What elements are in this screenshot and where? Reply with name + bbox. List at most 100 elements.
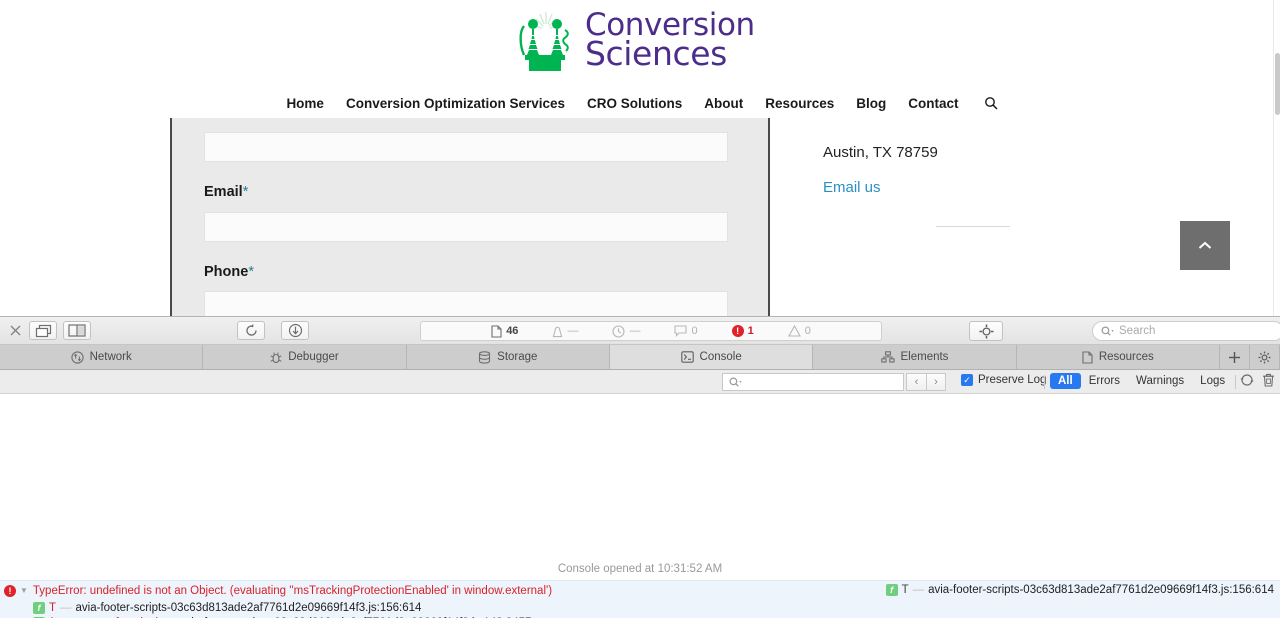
- tab-resources-label: Resources: [1099, 351, 1154, 363]
- refresh-icon[interactable]: [1240, 373, 1254, 387]
- phone-field-label: Phone*: [204, 264, 254, 280]
- console-filter-search-input[interactable]: [722, 373, 904, 391]
- inspect-target-icon[interactable]: [969, 321, 1003, 341]
- tab-elements-label: Elements: [901, 351, 949, 363]
- tab-storage[interactable]: Storage: [407, 345, 610, 369]
- status-time: —: [612, 325, 640, 338]
- inspector-search-input[interactable]: Search: [1092, 321, 1280, 341]
- contact-form-panel: Email* Phone*: [170, 118, 770, 316]
- nav-item-blog[interactable]: Blog: [856, 96, 886, 111]
- download-icon[interactable]: [281, 321, 309, 340]
- contact-sidebar: Austin, TX 78759 Email us: [823, 118, 1123, 316]
- status-resources: 46: [491, 325, 518, 338]
- email-us-link[interactable]: Email us: [823, 179, 881, 196]
- message-icon: [674, 325, 687, 337]
- error-icon: !: [732, 325, 744, 337]
- filter-divider-right: [1235, 375, 1236, 389]
- chevron-right-icon[interactable]: ›: [926, 373, 946, 391]
- search-icon[interactable]: [984, 96, 998, 110]
- search-icon: [1101, 326, 1114, 337]
- preserve-log-label: Preserve Log: [978, 374, 1046, 386]
- storage-icon: [478, 351, 491, 364]
- tab-debugger[interactable]: Debugger: [203, 345, 406, 369]
- tab-console[interactable]: Console: [610, 345, 813, 369]
- preserve-log-toggle[interactable]: ✓ Preserve Log: [961, 374, 1046, 386]
- disclosure-triangle-icon[interactable]: ▼: [20, 586, 28, 595]
- logo-line-2: Sciences: [585, 39, 755, 69]
- stack-frame[interactable]: f T — avia-footer-scripts-03c63d813ade2a…: [0, 600, 1280, 616]
- weight-icon: [552, 325, 563, 338]
- status-resources-count: 46: [506, 325, 518, 337]
- inspector-status-bar[interactable]: 46 — — 0 ! 1: [420, 321, 882, 341]
- source-function-name: T: [902, 584, 909, 596]
- status-size: —: [552, 325, 578, 338]
- tab-network[interactable]: Network: [0, 345, 203, 369]
- resources-icon: [1082, 351, 1093, 364]
- close-icon[interactable]: [7, 323, 23, 339]
- console-actions: [1240, 373, 1275, 387]
- phone-input[interactable]: [204, 291, 728, 316]
- phone-label-text: Phone: [204, 264, 248, 280]
- site-logo[interactable]: Conversion Sciences: [515, 6, 760, 74]
- stack-frame-location[interactable]: avia-footer-scripts-03c63d813ade2af7761d…: [76, 602, 422, 614]
- tab-storage-label: Storage: [497, 351, 537, 363]
- document-icon: [491, 325, 502, 338]
- gear-icon[interactable]: [1250, 345, 1280, 369]
- scroll-to-top-button[interactable]: [1180, 221, 1230, 270]
- source-location: avia-footer-scripts-03c63d813ade2af7761d…: [928, 584, 1274, 596]
- console-message-list[interactable]: Console opened at 10:31:52 AM ! ▼ TypeEr…: [0, 394, 1280, 618]
- stack-frame-dash: —: [60, 602, 72, 614]
- tab-elements[interactable]: Elements: [813, 345, 1016, 369]
- nav-item-about[interactable]: About: [704, 96, 743, 111]
- sidebar-divider: [936, 226, 1010, 227]
- nav-item-resources[interactable]: Resources: [765, 96, 834, 111]
- source-dash: —: [913, 584, 925, 596]
- web-inspector: 46 — — 0 ! 1: [0, 316, 1280, 617]
- console-error-group[interactable]: ! ▼ TypeError: undefined is not an Objec…: [0, 580, 1280, 618]
- dock-side-icon[interactable]: [63, 321, 91, 340]
- function-badge-icon: f: [33, 602, 45, 614]
- nav-item-contact[interactable]: Contact: [908, 96, 958, 111]
- search-icon: [729, 377, 742, 388]
- status-errors: ! 1: [732, 325, 754, 337]
- console-filter-bar: ‹ › ✓ Preserve Log All Errors Warnings L…: [0, 370, 1280, 394]
- preserve-log-checkbox[interactable]: ✓: [961, 374, 973, 386]
- status-logs-count: 0: [691, 325, 697, 337]
- console-opened-notice: Console opened at 10:31:52 AM: [0, 563, 1280, 575]
- console-error-source[interactable]: f T — avia-footer-scripts-03c63d813ade2a…: [886, 584, 1274, 596]
- console-error-message: TypeError: undefined is not an Object. (…: [33, 585, 552, 597]
- console-error-header[interactable]: ! ▼ TypeError: undefined is not an Objec…: [0, 581, 1280, 600]
- trash-icon[interactable]: [1262, 373, 1275, 387]
- status-warnings: 0: [788, 325, 811, 337]
- nav-item-cro-solutions[interactable]: CRO Solutions: [587, 96, 682, 111]
- level-filter-logs[interactable]: Logs: [1192, 373, 1233, 389]
- tab-resources[interactable]: Resources: [1017, 345, 1220, 369]
- tab-console-label: Console: [700, 351, 742, 363]
- status-logs: 0: [674, 325, 697, 337]
- name-input[interactable]: [204, 132, 728, 162]
- stack-frame-function: T: [49, 602, 56, 614]
- filter-divider-left: [1044, 375, 1045, 389]
- scrollbar-thumb[interactable]: [1275, 53, 1280, 115]
- function-badge-icon: f: [886, 584, 898, 596]
- reload-icon[interactable]: [237, 321, 265, 340]
- network-icon: [71, 351, 84, 364]
- level-filter-errors[interactable]: Errors: [1081, 373, 1128, 389]
- nav-item-home[interactable]: Home: [286, 96, 324, 111]
- phone-required-marker: *: [248, 264, 254, 280]
- conversion-sciences-logo-icon: [515, 8, 577, 72]
- email-input[interactable]: [204, 212, 728, 242]
- inspector-search-placeholder: Search: [1119, 325, 1155, 337]
- level-filter-warnings[interactable]: Warnings: [1128, 373, 1192, 389]
- console-filter-nav: ‹ ›: [906, 373, 946, 391]
- main-navigation: Home Conversion Optimization Services CR…: [0, 88, 1273, 118]
- plus-icon[interactable]: [1220, 345, 1250, 369]
- nav-item-conversion-optimization-services[interactable]: Conversion Optimization Services: [346, 96, 565, 111]
- page-vertical-scrollbar[interactable]: [1273, 0, 1280, 316]
- clock-icon: [612, 325, 625, 338]
- dock-detach-icon[interactable]: [29, 321, 57, 340]
- web-page-viewport: Conversion Sciences Home Conversion Opti…: [0, 0, 1280, 316]
- tab-debugger-label: Debugger: [288, 351, 339, 363]
- chevron-left-icon[interactable]: ‹: [906, 373, 926, 391]
- level-filter-all[interactable]: All: [1050, 373, 1081, 389]
